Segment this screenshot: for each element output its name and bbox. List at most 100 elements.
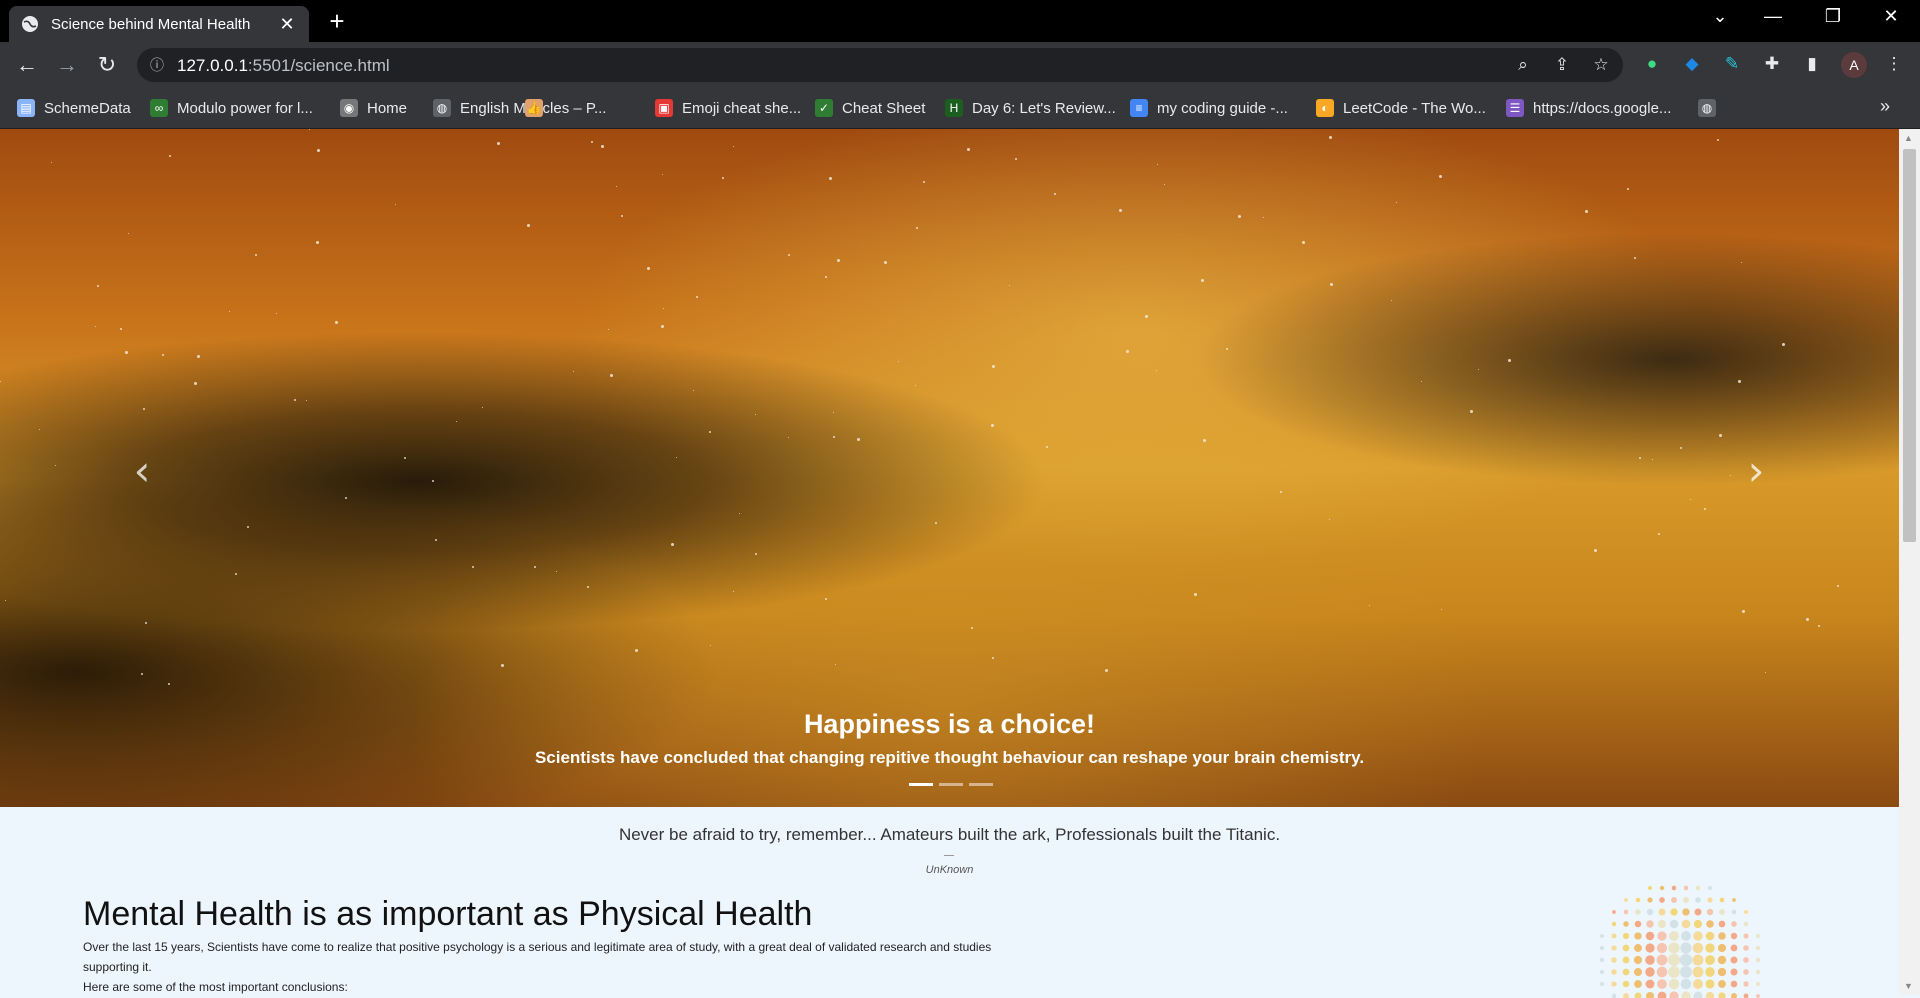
address-bar[interactable]: ⓘ 127.0.0.1:5501/science.html ⌕ ⇪ ☆ <box>137 48 1623 82</box>
bookmark-item[interactable]: ◐ LeetCode - The Wo... <box>1316 96 1486 120</box>
restore-button[interactable]: ❐ <box>1818 6 1848 27</box>
menu-kebab-icon[interactable]: ⋮ <box>1882 52 1906 76</box>
bookmark-item[interactable]: ◉ Home <box>340 96 407 120</box>
bookmark-item[interactable]: ▣ Emoji cheat she... <box>655 96 801 120</box>
reload-button[interactable]: ↻ <box>94 52 120 78</box>
mosaic-dot <box>1743 981 1749 987</box>
mosaic-dot <box>1657 931 1667 941</box>
shield-extension-icon[interactable]: ◆ <box>1680 52 1704 76</box>
carousel-indicator[interactable] <box>909 783 933 786</box>
pen-extension-icon[interactable]: ✎ <box>1720 52 1744 76</box>
dust-speck <box>1329 519 1330 520</box>
dust-speck <box>1302 241 1305 244</box>
bookmark-star-icon[interactable]: ☆ <box>1591 55 1611 75</box>
share-icon[interactable]: ⇪ <box>1552 55 1572 75</box>
mosaic-dot <box>1730 956 1738 964</box>
mosaic-dot <box>1659 897 1665 903</box>
scroll-up-icon[interactable]: ▲ <box>1904 133 1913 143</box>
forms-icon: ☰ <box>1506 99 1524 117</box>
page-icon: ▤ <box>17 99 35 117</box>
dust-speck <box>120 328 122 330</box>
dust-speck <box>621 215 623 217</box>
close-tab-icon[interactable]: ✕ <box>277 14 297 35</box>
mosaic-dot <box>1717 955 1727 965</box>
extensions-puzzle-icon[interactable]: ✚ <box>1760 52 1784 76</box>
dust-speck <box>1156 370 1157 371</box>
mosaic-dot <box>1622 968 1630 976</box>
dust-speck <box>456 421 457 422</box>
browser-toolbar: ← → ↻ ⓘ 127.0.0.1:5501/science.html ⌕ ⇪ … <box>0 42 1920 88</box>
mosaic-dot <box>1682 908 1690 916</box>
mosaic-dot <box>1612 910 1616 914</box>
mosaic-dot <box>1719 897 1725 903</box>
tab-search-icon[interactable]: ⌄ <box>1705 6 1735 27</box>
dust-speck <box>676 457 677 458</box>
mosaic-dot <box>1680 966 1692 978</box>
bookmark-item[interactable]: ∞ Modulo power for l... <box>150 96 313 120</box>
dust-speck <box>825 276 827 278</box>
dust-speck <box>335 321 338 324</box>
bookmark-item[interactable]: ✓ Cheat Sheet <box>815 96 925 120</box>
dust-speck <box>1015 158 1017 160</box>
carousel-prev-icon[interactable]: ‹ <box>122 446 162 495</box>
grammar-extension-icon[interactable]: ● <box>1640 52 1664 76</box>
back-button[interactable]: ← <box>14 52 40 78</box>
carousel-next-icon[interactable]: › <box>1736 446 1776 495</box>
bookmark-item[interactable]: H Day 6: Let's Review... <box>945 96 1116 120</box>
forward-button[interactable]: → <box>54 52 80 78</box>
bookmark-label: Home <box>367 99 408 117</box>
dust-speck <box>1818 625 1820 627</box>
mosaic-dot <box>1647 897 1653 903</box>
dust-speck <box>825 598 827 600</box>
bookmark-item[interactable]: ☰ https://docs.google... <box>1506 96 1671 120</box>
mosaic-dot <box>1719 909 1725 915</box>
dust-speck <box>1396 202 1397 203</box>
bookmark-label: LeetCode - The Wo... <box>1343 99 1486 117</box>
scrollbar-thumb[interactable] <box>1903 149 1916 542</box>
carousel-indicator[interactable] <box>939 783 963 786</box>
mosaic-dot <box>1683 885 1689 891</box>
zoom-icon[interactable]: ⌕ <box>1513 55 1533 75</box>
dust-speck <box>833 436 835 438</box>
bookmark-label: SchemeData <box>44 99 131 117</box>
bookmark-item[interactable]: ≡ my coding guide -... <box>1130 96 1288 120</box>
bookmark-item[interactable]: ◍ <box>1698 96 1725 120</box>
dust-speck <box>616 186 617 187</box>
bookmark-item[interactable]: ◍English Miracles – P... <box>433 96 606 120</box>
close-window-button[interactable]: ✕ <box>1876 6 1906 27</box>
browser-tab[interactable]: Science behind Mental Health ✕ <box>9 6 309 42</box>
mosaic-dot <box>1667 953 1681 967</box>
bookmark-item[interactable]: ▤ SchemeData <box>17 96 131 120</box>
gift-icon: ▣ <box>655 99 673 117</box>
mosaic-dot <box>1645 955 1655 965</box>
mosaic-dot <box>1658 908 1666 916</box>
mosaic-dot <box>1743 957 1749 963</box>
minimize-button[interactable]: — <box>1758 6 1788 27</box>
scroll-down-icon[interactable]: ▼ <box>1904 981 1913 991</box>
more-bookmarks-icon[interactable]: » <box>1880 96 1890 117</box>
dust-speck <box>1470 410 1473 413</box>
mosaic-dot <box>1671 885 1677 891</box>
dust-speck <box>971 627 973 629</box>
side-panel-icon[interactable]: ▮ <box>1800 52 1824 76</box>
new-tab-button[interactable]: + <box>324 8 350 34</box>
dust-speck <box>923 181 925 183</box>
dust-speck <box>591 141 593 143</box>
carousel-indicator[interactable] <box>969 783 993 786</box>
profile-avatar[interactable]: A <box>1841 52 1867 78</box>
bookmark-item[interactable]: 👍 <box>525 96 552 120</box>
dust-speck <box>294 399 296 401</box>
dust-speck <box>1280 491 1282 493</box>
mosaic-dot <box>1717 967 1727 977</box>
mosaic-dot <box>1692 966 1704 978</box>
dust-speck <box>125 351 128 354</box>
dust-speck <box>935 522 937 524</box>
dust-speck <box>1369 605 1370 606</box>
page-scrollbar[interactable]: ▲ ▼ <box>1899 129 1920 995</box>
dust-speck <box>1329 136 1332 139</box>
section-paragraph-2: Here are some of the most important conc… <box>83 980 348 994</box>
dust-speck <box>255 254 257 256</box>
site-info-icon[interactable]: ⓘ <box>150 55 168 73</box>
globe-icon <box>21 15 39 33</box>
dust-speck <box>647 267 650 270</box>
